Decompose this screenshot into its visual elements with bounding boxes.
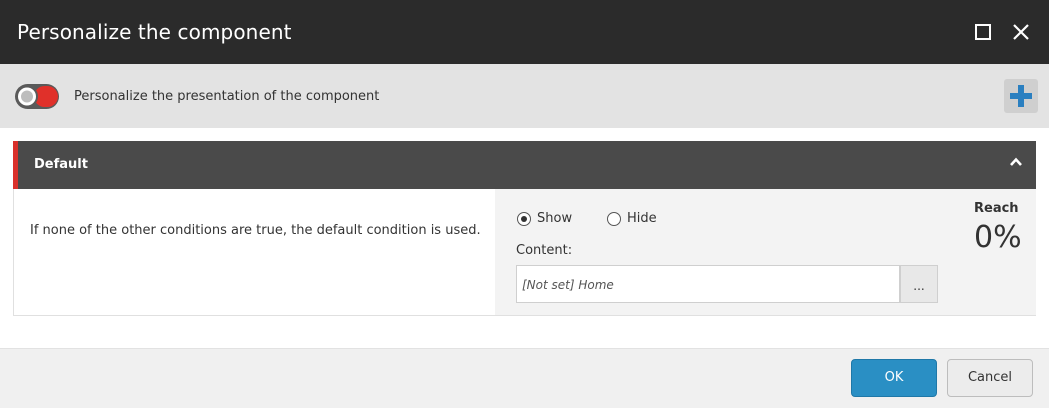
dialog-titlebar: Personalize the component xyxy=(0,0,1049,64)
dialog-title: Personalize the component xyxy=(17,20,292,44)
condition-body: If none of the other conditions are true… xyxy=(13,189,1036,316)
show-radio-circle[interactable] xyxy=(517,211,531,226)
condition-action-panel: Show Hide Content: [Not set] Home ... Re… xyxy=(495,189,1036,315)
content-field[interactable]: [Not set] Home xyxy=(516,265,900,303)
condition-header-default[interactable]: Default xyxy=(13,141,1036,189)
chevron-up-icon[interactable] xyxy=(1009,155,1023,169)
personalize-toggle-label: Personalize the presentation of the comp… xyxy=(74,89,380,104)
maximize-icon[interactable] xyxy=(971,20,995,44)
show-radio[interactable]: Show xyxy=(517,211,572,226)
close-icon[interactable] xyxy=(1009,20,1033,44)
content-value: [Not set] Home xyxy=(522,278,614,292)
add-condition-button[interactable] xyxy=(1004,79,1038,113)
browse-button[interactable]: ... xyxy=(900,265,938,303)
reach-value: 0% xyxy=(974,220,1022,255)
condition-description: If none of the other conditions are true… xyxy=(30,223,481,238)
dialog-footer: OK Cancel xyxy=(0,348,1049,408)
show-radio-label[interactable]: Show xyxy=(537,211,572,226)
condition-title: Default xyxy=(34,157,88,172)
hide-radio-circle[interactable] xyxy=(607,211,621,226)
personalize-toggle[interactable] xyxy=(14,83,60,110)
cancel-button[interactable]: Cancel xyxy=(947,359,1033,397)
hide-radio[interactable]: Hide xyxy=(607,211,657,226)
radio-selected-dot xyxy=(521,215,527,222)
plus-icon xyxy=(1010,85,1032,107)
hide-radio-label[interactable]: Hide xyxy=(627,211,657,226)
content-label: Content: xyxy=(516,243,573,258)
reach-label: Reach xyxy=(974,201,1019,216)
ok-button[interactable]: OK xyxy=(851,359,937,397)
